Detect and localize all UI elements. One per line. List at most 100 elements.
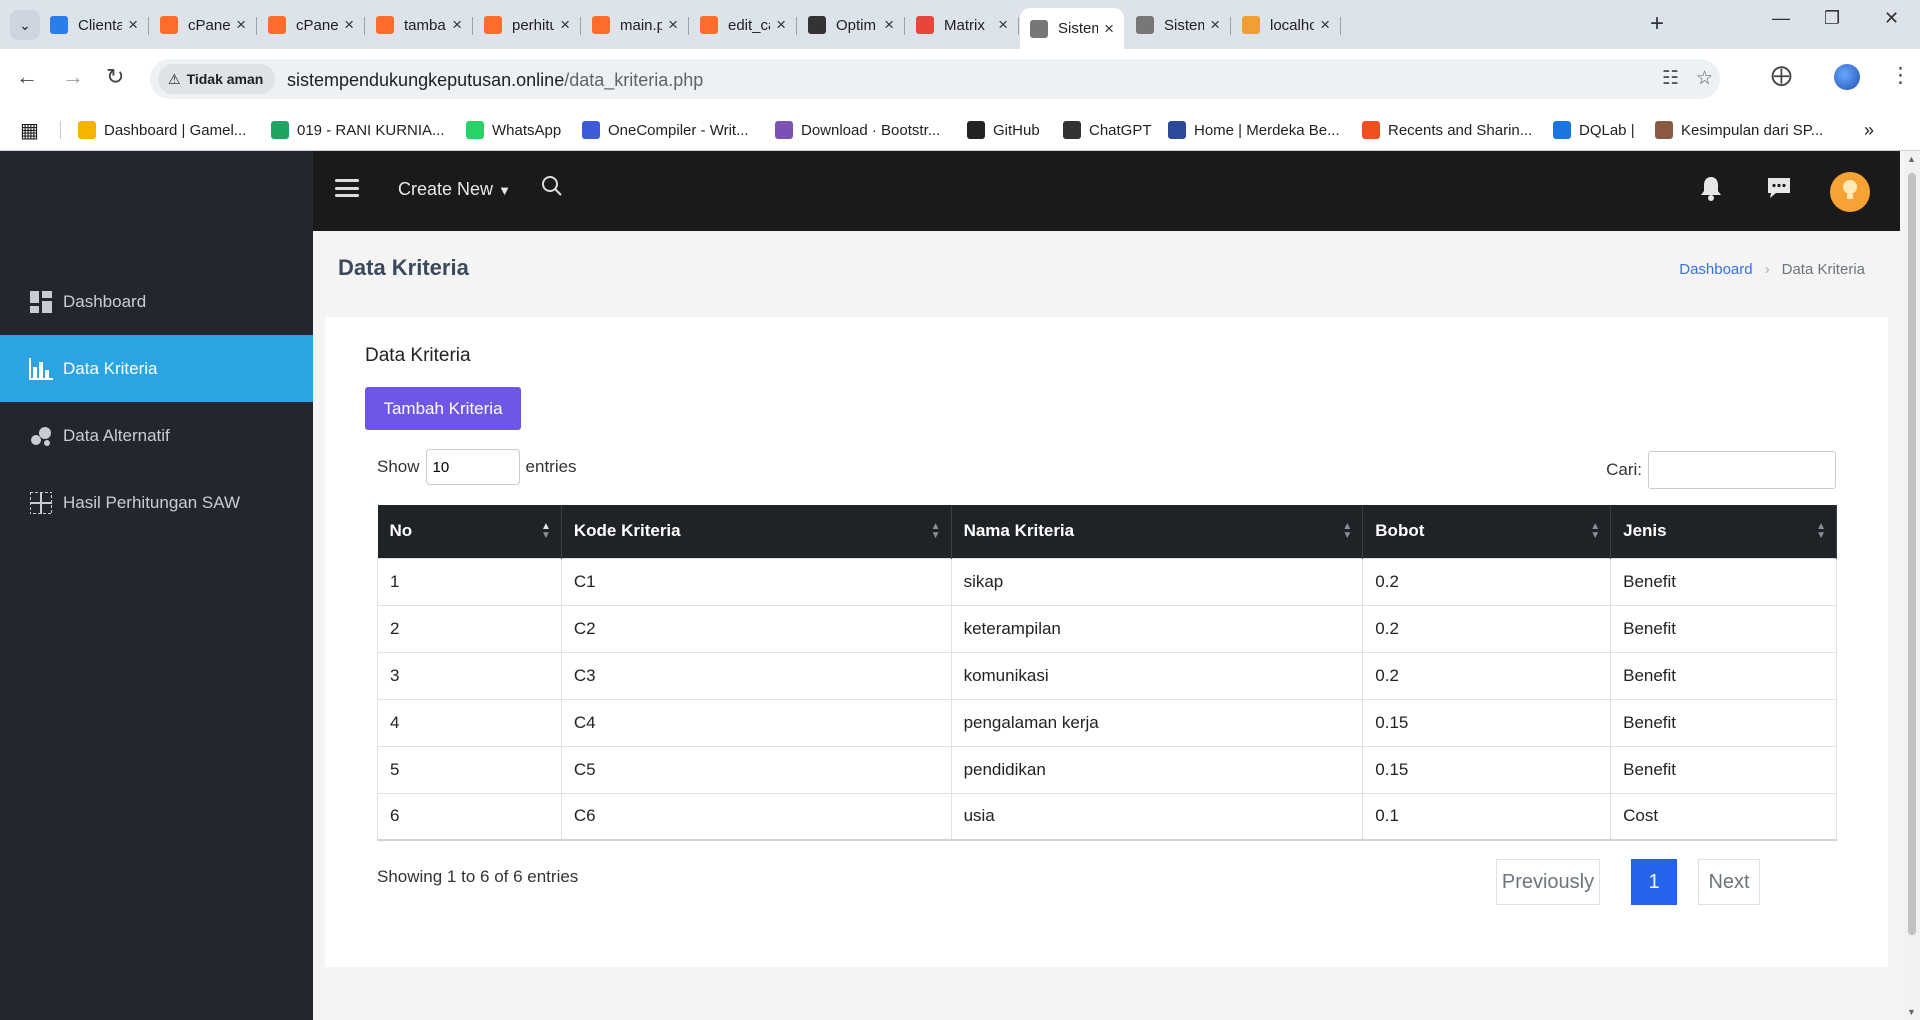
sidebar-item-dashboard[interactable]: Dashboard — [0, 268, 313, 335]
browser-tab[interactable]: perhitu × — [474, 8, 581, 42]
next-page-button[interactable]: Next — [1698, 859, 1760, 905]
bookmark-item[interactable]: 019 - RANI KURNIA... — [271, 117, 445, 143]
sidebar: Dashboard Data Kriteria Data Alternatif … — [0, 151, 313, 1020]
forward-icon[interactable]: → — [62, 64, 84, 90]
create-new-dropdown[interactable]: Create New ▼ — [398, 179, 511, 200]
page-scrollbar[interactable]: ▲ ▼ — [1904, 151, 1920, 1020]
previous-page-button[interactable]: Previously — [1496, 859, 1600, 905]
tab-separator — [472, 17, 473, 35]
browser-tab[interactable]: cPanel × — [150, 8, 257, 42]
tab-separator — [364, 17, 365, 35]
bookmark-item[interactable]: Recents and Sharin... — [1362, 117, 1532, 143]
page-1-button[interactable]: 1 — [1631, 859, 1677, 905]
tab-close-icon[interactable]: × — [668, 15, 678, 35]
table-search: Cari: — [1606, 451, 1836, 489]
browser-tab[interactable]: Matrix × — [906, 8, 1019, 42]
new-tab-button[interactable]: + — [1650, 10, 1664, 38]
omnibox[interactable]: ⚠ Tidak aman sistempendukungkeputusan.on… — [150, 59, 1720, 99]
tab-close-icon[interactable]: × — [1210, 15, 1220, 35]
sidebar-item-data-kriteria[interactable]: Data Kriteria — [0, 335, 313, 402]
tab-close-icon[interactable]: × — [776, 15, 786, 35]
tab-close-icon[interactable]: × — [344, 15, 354, 35]
tab-separator — [904, 17, 905, 35]
bell-icon[interactable] — [1699, 175, 1723, 206]
top-navbar: Create New ▼ — [313, 151, 1900, 231]
column-header-nama[interactable]: Nama Kriteria ▲ ▼ — [951, 505, 1364, 558]
browser-tab[interactable]: tambal × — [366, 8, 473, 42]
more-bookmarks-icon[interactable]: » — [1864, 117, 1874, 143]
tab-close-icon[interactable]: × — [452, 15, 462, 35]
restore-icon[interactable]: ❐ — [1824, 8, 1840, 29]
scroll-down-icon[interactable]: ▼ — [1907, 1007, 1916, 1017]
apps-icon[interactable]: ▦ — [20, 117, 39, 143]
tab-separator — [1340, 17, 1341, 35]
translate-icon[interactable]: ☷ — [1662, 67, 1679, 90]
tab-search-icon[interactable]: ⌄ — [10, 10, 40, 40]
breadcrumb-link-dashboard[interactable]: Dashboard — [1679, 261, 1752, 278]
cell-jenis: Benefit — [1610, 698, 1837, 747]
bookmark-item[interactable]: Dashboard | Gamel... — [78, 117, 246, 143]
profile-avatar[interactable] — [1834, 64, 1860, 90]
sidebar-item-data-alternatif[interactable]: Data Alternatif — [0, 402, 313, 469]
bookmark-item[interactable]: Home | Merdeka Be... — [1168, 117, 1340, 143]
back-icon[interactable]: ← — [16, 64, 38, 90]
column-header-bobot[interactable]: Bobot ▲ ▼ — [1362, 505, 1612, 558]
browser-tab[interactable]: cPanel × — [258, 8, 365, 42]
bookmark-item[interactable]: WhatsApp — [466, 117, 561, 143]
sidebar-item-hasil-perhitungan-saw[interactable]: Hasil Perhitungan SAW — [0, 469, 313, 536]
bookmark-item[interactable]: DQLab | — [1553, 117, 1635, 143]
browser-tab[interactable]: Sistem × — [1126, 8, 1231, 42]
entries-select[interactable] — [425, 449, 520, 485]
column-header-kode[interactable]: Kode Kriteria ▲ ▼ — [561, 505, 952, 558]
window-close-icon[interactable]: ✕ — [1884, 8, 1899, 29]
hamburger-menu-icon[interactable] — [335, 179, 359, 197]
browser-tab[interactable]: Optim × — [798, 8, 905, 42]
bookmark-item[interactable]: Download · Bootstr... — [775, 117, 940, 143]
extensions-icon[interactable]: ⨁ — [1771, 63, 1792, 88]
search-input[interactable] — [1648, 451, 1836, 489]
scrollbar-thumb[interactable] — [1908, 173, 1916, 935]
bookmark-item[interactable]: GitHub — [967, 117, 1040, 143]
tab-close-icon[interactable]: × — [998, 15, 1008, 35]
bookmark-item[interactable]: ChatGPT — [1063, 117, 1152, 143]
browser-tab[interactable]: edit_ca × — [690, 8, 797, 42]
minimize-icon[interactable]: — — [1772, 8, 1790, 29]
tab-close-icon[interactable]: × — [1104, 19, 1114, 39]
browser-tab[interactable]: Sistem × — [1020, 8, 1124, 49]
phpmyadmin-icon — [1242, 16, 1260, 34]
tab-close-icon[interactable]: × — [128, 15, 138, 35]
user-avatar[interactable] — [1830, 172, 1870, 212]
cpanel-icon — [592, 16, 610, 34]
browser-tab[interactable]: main.p × — [582, 8, 689, 42]
dashboard-icon — [29, 290, 53, 314]
browser-tab[interactable]: Clienta × — [40, 8, 149, 42]
table-header-row: No ▲ ▼ Kode Kriteria ▲ ▼ Nama Kriteria ▲ ▼ Bob… — [377, 505, 1837, 558]
browser-tab[interactable]: localhc × — [1232, 8, 1341, 42]
bookmark-item[interactable]: OneCompiler - Writ... — [582, 117, 749, 143]
bookmark-star-icon[interactable]: ☆ — [1696, 67, 1713, 90]
reload-icon[interactable]: ↻ — [106, 64, 124, 90]
tab-close-icon[interactable]: × — [1320, 15, 1330, 35]
table-row: 3 C3 komunikasi 0.2 Benefit — [377, 651, 1837, 700]
cell-no: 5 — [377, 745, 562, 794]
entries-label: entries — [525, 457, 577, 476]
chevron-right-icon: › — [1764, 261, 1770, 278]
bookmark-item[interactable]: Kesimpulan dari SP... — [1655, 117, 1823, 143]
tab-close-icon[interactable]: × — [560, 15, 570, 35]
column-header-jenis[interactable]: Jenis ▲ ▼ — [1610, 505, 1837, 558]
chat-icon[interactable] — [1766, 175, 1792, 206]
bookmark-label: OneCompiler - Writ... — [608, 121, 749, 139]
cell-nama: komunikasi — [950, 651, 1364, 700]
tab-close-icon[interactable]: × — [884, 15, 894, 35]
url-text[interactable]: sistempendukungkeputusan.online/data_kri… — [287, 70, 703, 91]
github-icon — [967, 121, 985, 139]
security-chip[interactable]: ⚠ Tidak aman — [158, 64, 276, 94]
column-header-no[interactable]: No ▲ ▼ — [377, 505, 562, 558]
browser-menu-icon[interactable]: ⋮ — [1890, 63, 1911, 88]
scroll-up-icon[interactable]: ▲ — [1907, 154, 1916, 164]
search-icon[interactable] — [541, 175, 563, 202]
tab-close-icon[interactable]: × — [236, 15, 246, 35]
table-row: 6 C6 usia 0.1 Cost — [377, 792, 1837, 841]
add-kriteria-button[interactable]: Tambah Kriteria — [365, 387, 521, 430]
tab-title: cPanel — [296, 16, 339, 34]
